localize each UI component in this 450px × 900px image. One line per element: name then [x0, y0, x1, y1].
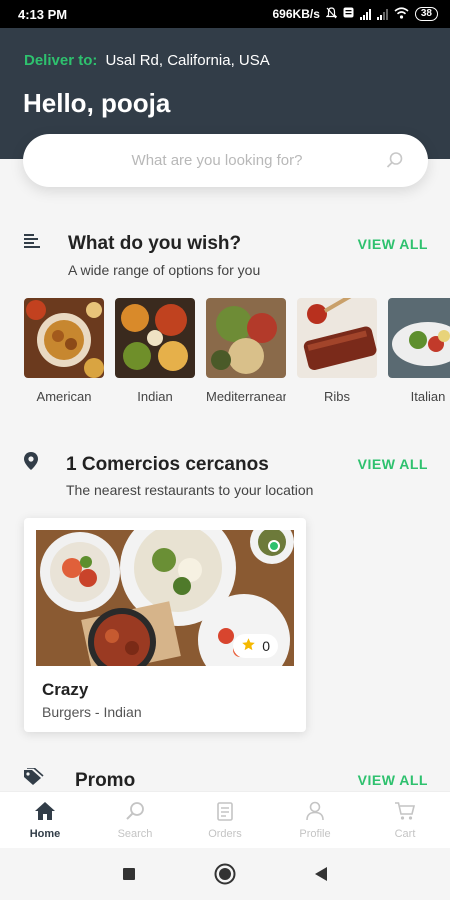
nearby-section-title: 1 Comercios cercanos — [66, 454, 269, 475]
search-icon — [124, 801, 146, 828]
wish-section-subtitle: A wide range of options for you — [68, 262, 261, 278]
ribs-food-image — [297, 298, 377, 378]
signal-icon-2 — [376, 8, 388, 20]
nearby-view-all-button[interactable]: VIEW ALL — [358, 456, 428, 472]
search-input[interactable] — [47, 152, 387, 169]
promo-section-title: Promo — [75, 770, 136, 791]
notification-icon — [343, 7, 354, 21]
bottom-navigation: Home Search Orders Profile Cart — [0, 791, 450, 848]
status-time: 4:13 PM — [18, 6, 68, 22]
nav-profile[interactable]: Profile — [270, 792, 360, 848]
wish-view-all-button[interactable]: VIEW ALL — [358, 236, 428, 252]
address-text: Usal Rd, California, USA — [105, 52, 270, 69]
category-label: Indian — [137, 389, 173, 404]
home-icon — [34, 801, 56, 828]
wish-section-title: What do you wish? — [68, 233, 242, 254]
status-indicators: 696KB/s 38 — [272, 6, 438, 22]
restaurant-card[interactable]: 0 Crazy Burgers - Indian — [24, 518, 306, 732]
promo-view-all-button[interactable]: VIEW ALL — [358, 772, 428, 788]
network-speed: 696KB/s — [272, 7, 320, 21]
system-navigation-bar — [0, 848, 450, 900]
menu-lines-icon — [24, 233, 40, 254]
back-icon[interactable] — [308, 861, 334, 887]
nav-cart[interactable]: Cart — [360, 792, 450, 848]
restaurant-image: 0 — [36, 530, 294, 666]
home-button-icon[interactable] — [212, 861, 238, 887]
signal-icon — [359, 8, 371, 20]
rating-badge: 0 — [233, 634, 278, 658]
wifi-icon — [394, 6, 409, 22]
greeting: Hello, pooja — [23, 88, 171, 118]
category-label: Ribs — [323, 389, 350, 404]
category-item-american[interactable]: American — [24, 298, 104, 404]
location-pin-icon — [24, 452, 38, 475]
italian-food-image — [388, 298, 450, 378]
deliver-label: Deliver to: — [24, 52, 98, 69]
restaurant-name: Crazy — [42, 680, 89, 699]
nav-label: Cart — [394, 828, 416, 840]
battery-indicator: 38 — [414, 7, 438, 21]
nav-label: Profile — [299, 828, 331, 840]
profile-icon — [304, 801, 326, 828]
orders-icon — [214, 801, 236, 828]
american-food-image — [24, 298, 104, 378]
indian-food-image — [115, 298, 195, 378]
star-icon — [241, 637, 256, 655]
nav-search[interactable]: Search — [90, 792, 180, 848]
mute-icon — [325, 6, 338, 22]
mediterranean-food-image — [206, 298, 286, 378]
category-label: Mediterranean — [206, 389, 286, 404]
search-icon[interactable] — [386, 151, 404, 174]
category-label: American — [36, 389, 92, 404]
delivery-address[interactable]: Deliver to: Usal Rd, California, USA — [24, 52, 270, 69]
category-item-indian[interactable]: Indian — [115, 298, 195, 404]
nav-home[interactable]: Home — [0, 792, 90, 848]
open-status-indicator — [268, 540, 280, 552]
nearby-section-subtitle: The nearest restaurants to your location — [66, 482, 314, 498]
tag-icon — [22, 767, 44, 791]
nav-label: Search — [117, 828, 153, 840]
status-bar: 4:13 PM 696KB/s 38 — [0, 0, 450, 28]
category-label: Italian — [410, 389, 446, 404]
rating-value: 0 — [262, 638, 270, 654]
category-item-italian[interactable]: Italian — [388, 298, 450, 404]
category-item-mediterranean[interactable]: Mediterranean — [206, 298, 286, 404]
category-item-ribs[interactable]: Ribs — [297, 298, 377, 404]
recent-apps-icon[interactable] — [116, 861, 142, 887]
restaurant-tags: Burgers - Indian — [42, 704, 142, 720]
cart-icon — [394, 801, 416, 828]
search-bar[interactable] — [23, 134, 428, 187]
nav-orders[interactable]: Orders — [180, 792, 270, 848]
nav-label: Orders — [208, 828, 242, 840]
category-carousel[interactable]: American Indian Mediterranean Ribs Itali… — [24, 298, 450, 408]
nav-label: Home — [29, 828, 61, 840]
